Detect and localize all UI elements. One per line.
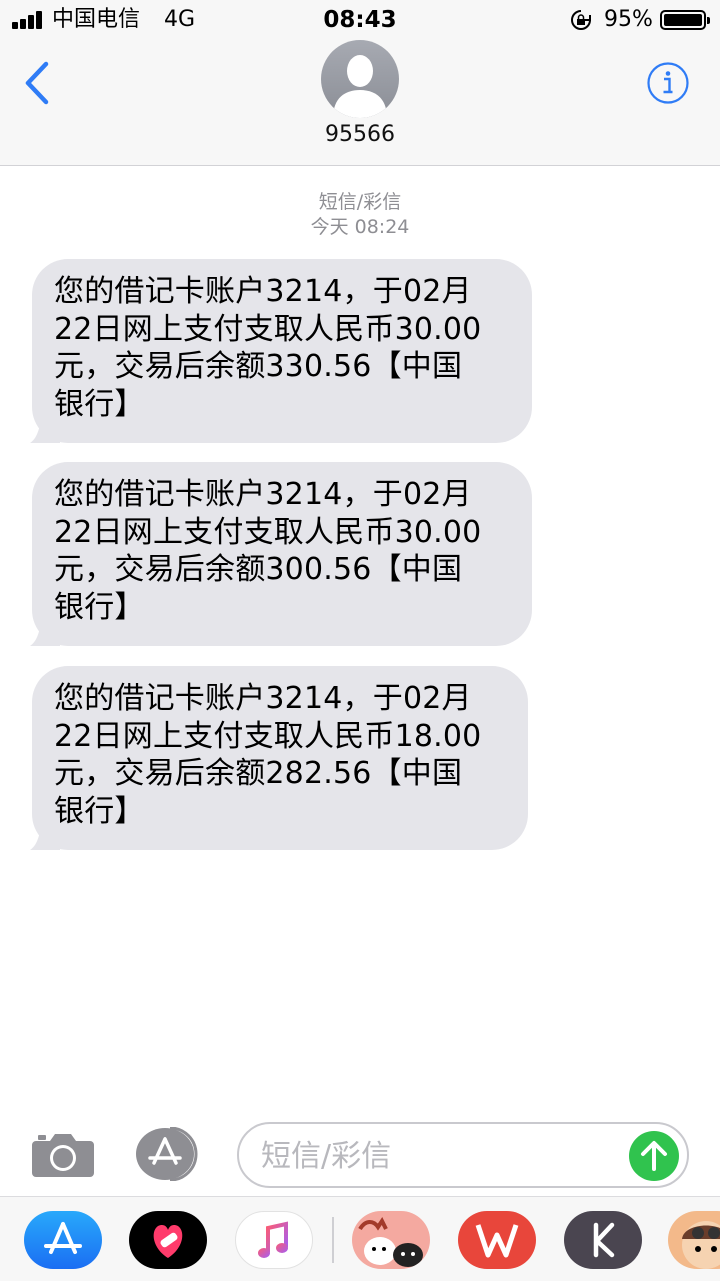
arrow-up-icon (641, 1141, 667, 1171)
bubble-tail (30, 411, 60, 443)
message-bubble[interactable]: 您的借记卡账户3214，于02月 22日网上支付支取人民币18.00 元，交易后… (30, 666, 528, 850)
contact-avatar[interactable] (321, 40, 399, 118)
message-input[interactable] (261, 1136, 621, 1176)
battery-icon (660, 10, 710, 30)
app-drawer (0, 1196, 720, 1281)
status-bar: 中国电信 4G 08:43 95% (0, 0, 720, 40)
camera-icon[interactable] (32, 1131, 94, 1177)
message-type-label: 短信/彩信 (318, 191, 402, 213)
message-text: 您的借记卡账户3214，于02月 22日网上支付支取人民币30.00 元，交易后… (54, 477, 482, 625)
app-drawer-divider (332, 1217, 334, 1263)
wps-icon[interactable] (458, 1211, 536, 1269)
heart-icon[interactable] (129, 1211, 207, 1269)
sticker-animals-icon[interactable] (352, 1211, 430, 1269)
info-icon[interactable] (646, 61, 690, 105)
music-note-icon[interactable] (235, 1211, 313, 1269)
person-silhouette-icon (333, 55, 387, 118)
message-text: 您的借记卡账户3214，于02月 22日网上支付支取人民币18.00 元，交易后… (54, 681, 482, 829)
k-icon[interactable] (564, 1211, 642, 1269)
bubble-tail (30, 818, 60, 850)
battery-percentage: 95% (604, 7, 653, 32)
message-composer[interactable] (237, 1122, 689, 1188)
send-button[interactable] (629, 1131, 679, 1181)
message-text: 您的借记卡账户3214，于02月 22日网上支付支取人民币30.00 元，交易后… (54, 274, 482, 422)
rotation-lock-icon (571, 10, 591, 30)
chevron-left-icon[interactable] (18, 58, 62, 108)
cartoon-character-icon[interactable] (668, 1211, 720, 1269)
contact-name[interactable]: 95566 (0, 122, 720, 148)
app-store-icon[interactable] (24, 1211, 102, 1269)
conversation-header: 95566 (0, 40, 720, 166)
message-bubble[interactable]: 您的借记卡账户3214，于02月 22日网上支付支取人民币30.00 元，交易后… (30, 462, 532, 646)
message-bubble[interactable]: 您的借记卡账户3214，于02月 22日网上支付支取人民币30.00 元，交易后… (30, 259, 532, 443)
message-timestamp: 今天 08:24 (310, 216, 410, 238)
app-store-icon[interactable] (134, 1127, 204, 1181)
bubble-tail (30, 614, 60, 646)
